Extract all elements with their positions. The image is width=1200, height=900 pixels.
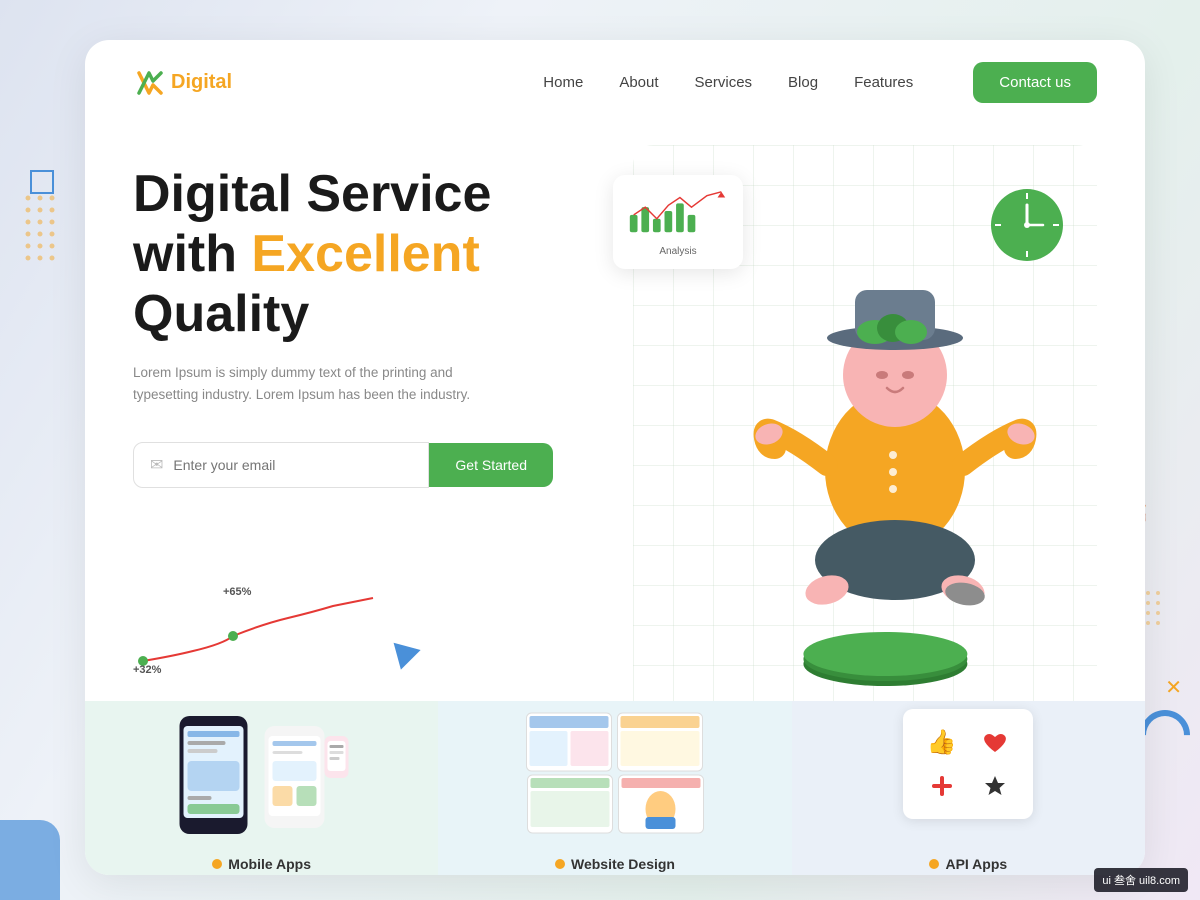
analysis-label: Analysis (625, 246, 731, 257)
analysis-chart (625, 187, 731, 237)
nav-services[interactable]: Services (695, 74, 753, 91)
email-input-wrapper[interactable]: ✉ (133, 442, 429, 488)
heart-icon (974, 727, 1015, 758)
email-icon: ✉ (150, 455, 163, 475)
navbar: Digital Home About Services Blog Feature… (85, 40, 1145, 125)
chart-svg (133, 586, 393, 676)
email-input[interactable] (173, 457, 412, 473)
chart-label-32: +32% (133, 664, 161, 676)
main-card: Digital Home About Services Blog Feature… (85, 40, 1145, 875)
deco-x: ✕ (1165, 675, 1182, 700)
chart-container: +65% +32% (133, 586, 413, 686)
api-illustration: 👍 (903, 709, 1033, 819)
chart-label-65: +65% (223, 586, 251, 598)
logo-text: Digital (171, 71, 232, 94)
service-card-web: Website Design (438, 701, 791, 875)
service-card-api: 👍 (792, 701, 1145, 875)
nav-features[interactable]: Features (854, 74, 913, 91)
mobile-mockup-svg (169, 711, 354, 839)
analysis-card: Analysis (613, 175, 743, 269)
chart-decoration: +65% +32% (133, 586, 413, 686)
service-dot-mobile (212, 859, 222, 869)
logo-icon (133, 67, 165, 99)
nav-blog[interactable]: Blog (788, 74, 818, 91)
service-label-mobile: Mobile Apps (212, 856, 311, 872)
hero-title: Digital Service with Excellent Quality (133, 165, 633, 344)
nav-links: Home About Services Blog Features (543, 74, 913, 92)
email-form: ✉ Get Started (133, 442, 553, 488)
service-cards: Mobile Apps (85, 701, 1145, 875)
nav-about[interactable]: About (619, 74, 658, 91)
deco-square (30, 170, 54, 194)
character-3d (745, 200, 1045, 690)
deco-bottom-left (0, 820, 60, 900)
plus-icon (921, 770, 962, 801)
star-icon (974, 770, 1015, 801)
mobile-illustration (169, 709, 354, 839)
hero-subtitle: Lorem Ipsum is simply dummy text of the … (133, 362, 493, 405)
website-illustration (522, 709, 707, 839)
service-label-api: API Apps (929, 856, 1007, 872)
thumbs-up-icon: 👍 (921, 727, 962, 758)
service-dot-web (555, 859, 565, 869)
clock-decoration (987, 185, 1067, 265)
service-card-mobile: Mobile Apps (85, 701, 438, 875)
character-svg (745, 200, 1045, 690)
watermark: ui 叁舍 uil8.com (1094, 868, 1188, 892)
service-dot-api (929, 859, 939, 869)
service-label-web: Website Design (555, 856, 675, 872)
website-mockup-svg (522, 709, 707, 837)
hero-section: Digital Service with Excellent Quality L… (85, 125, 1145, 875)
deco-dots-left (20, 190, 80, 275)
clock-svg (987, 185, 1067, 265)
get-started-button[interactable]: Get Started (429, 443, 553, 487)
contact-button[interactable]: Contact us (973, 62, 1097, 103)
logo[interactable]: Digital (133, 67, 232, 99)
nav-home[interactable]: Home (543, 74, 583, 91)
